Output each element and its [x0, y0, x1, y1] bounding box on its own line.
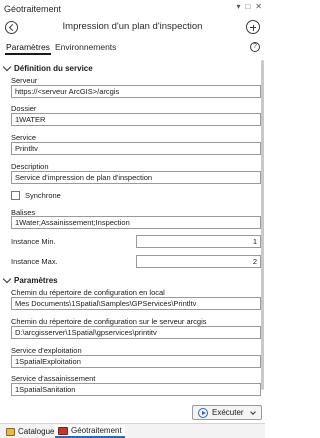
active-tab-indicator — [5, 53, 51, 55]
tool-title: Impression d'un plan d'inspection — [62, 21, 203, 32]
pane-controls: ▾ □ ✕ — [236, 2, 262, 11]
tab-catalog[interactable]: Catalogue — [3, 425, 57, 438]
pane-menu-button[interactable]: ▾ — [236, 2, 240, 11]
instance-min-input[interactable]: 1 — [136, 235, 261, 248]
instance-max-label: Instance Max. — [11, 257, 58, 266]
pane-maximize-button[interactable]: □ — [245, 2, 250, 11]
exploitation-service-input[interactable]: 1SpatialExploitation — [11, 355, 261, 368]
pane-titlebar: Géotraitement ▾ □ ✕ — [0, 0, 265, 17]
server-config-label: Chemin du répertoire de configuration su… — [11, 317, 207, 326]
tool-tabs: Paramètres Environnements ? — [0, 41, 265, 55]
folder-label: Dossier — [11, 104, 37, 113]
server-config-input[interactable]: D:\arcgisserver\1Spatial\gpservices\prin… — [11, 326, 261, 339]
run-button[interactable]: Exécuter — [192, 405, 262, 420]
pane-close-button[interactable]: ✕ — [255, 2, 262, 11]
vertical-scrollbar[interactable] — [261, 60, 264, 390]
dock-tabs: Catalogue Géotraitement — [0, 423, 265, 438]
server-input[interactable]: https://<serveur ArcGIS>/arcgis — [11, 85, 261, 98]
add-icon[interactable] — [246, 20, 260, 34]
description-input[interactable]: Service d'impression de plan d'inspectio… — [11, 171, 261, 184]
synchronous-label: Synchrone — [25, 191, 61, 200]
chevron-down-icon[interactable] — [249, 408, 256, 415]
tab-parameters[interactable]: Paramètres — [6, 42, 50, 52]
tab-catalog-label: Catalogue — [18, 427, 55, 436]
catalog-icon — [6, 427, 15, 436]
play-icon — [198, 407, 208, 418]
synchronous-checkbox[interactable] — [11, 191, 20, 200]
description-label: Description — [11, 162, 49, 171]
section-title: Paramètres — [14, 276, 58, 285]
chevron-down-icon — [2, 274, 12, 284]
sanitation-service-input[interactable]: 1SpatialSanitation — [11, 383, 261, 396]
tab-geoprocessing[interactable]: Géotraitement — [55, 425, 125, 438]
tags-input[interactable]: 1Water;Assainissement;Inspection — [11, 216, 261, 229]
folder-input[interactable]: 1WATER — [11, 113, 261, 126]
local-config-label: Chemin du répertoire de configuration en… — [11, 288, 165, 297]
section-parameters[interactable]: Paramètres — [2, 274, 58, 285]
instance-max-input[interactable]: 2 — [136, 255, 261, 268]
tool-header: Impression d'un plan d'inspection — [0, 18, 265, 38]
chevron-down-icon — [2, 62, 12, 72]
pane-title: Géotraitement — [4, 3, 62, 14]
local-config-input[interactable]: Mes Documents\1Spatial\Samples\GPService… — [11, 297, 261, 310]
service-input[interactable]: Printltv — [11, 142, 261, 155]
section-title: Définition du service — [14, 64, 93, 73]
geoprocessing-icon — [58, 426, 68, 435]
tab-geoprocessing-label: Géotraitement — [71, 426, 122, 435]
instance-min-label: Instance Min. — [11, 237, 56, 246]
sanitation-service-label: Service d'assainissement — [11, 374, 96, 383]
run-label: Exécuter — [212, 408, 244, 417]
parameters-panel[interactable]: Définition du service Serveur https://<s… — [0, 58, 265, 398]
tab-environments[interactable]: Environnements — [55, 42, 116, 52]
service-label: Service — [11, 133, 37, 142]
help-icon[interactable]: ? — [250, 42, 260, 52]
exploitation-service-label: Service d'exploitation — [11, 346, 82, 355]
section-service-definition[interactable]: Définition du service — [2, 62, 93, 73]
server-label: Serveur — [11, 76, 38, 85]
